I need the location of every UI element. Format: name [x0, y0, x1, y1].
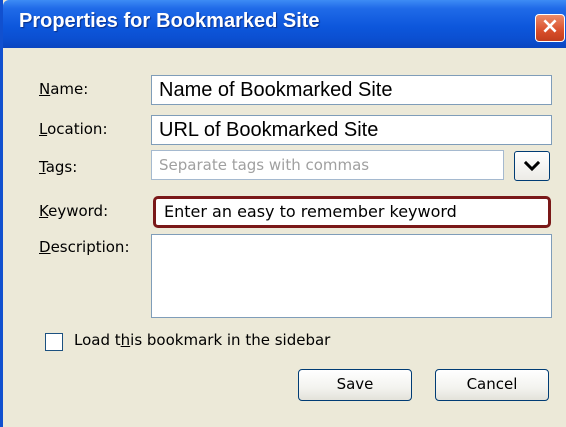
description-field[interactable] — [151, 234, 552, 318]
title-site-name: Bookmarked Site — [156, 10, 320, 32]
cancel-button[interactable]: Cancel — [435, 369, 549, 401]
description-label: Description: — [39, 238, 130, 256]
close-button[interactable]: × — [535, 14, 565, 42]
load-in-sidebar-checkbox[interactable] — [45, 333, 63, 351]
title-bar[interactable]: Properties for Bookmarked Site × — [3, 0, 566, 48]
location-label: Location: — [39, 120, 108, 138]
chevron-down-icon — [523, 160, 541, 172]
keyword-field[interactable]: Enter an easy to remember keyword — [153, 196, 551, 228]
location-field[interactable]: URL of Bookmarked Site — [151, 115, 552, 145]
tags-dropdown-button[interactable] — [514, 151, 550, 181]
window-title: Properties for Bookmarked Site — [19, 10, 320, 33]
tags-label: Tags: — [39, 158, 78, 176]
bookmark-properties-dialog: Properties for Bookmarked Site × Name: Na… — [0, 0, 566, 427]
name-label: Name: — [39, 80, 89, 98]
close-icon: × — [540, 14, 560, 39]
name-field[interactable]: Name of Bookmarked Site — [151, 75, 552, 105]
save-button[interactable]: Save — [298, 369, 412, 401]
keyword-label: Keyword: — [39, 202, 109, 220]
load-in-sidebar-label[interactable]: Load this bookmark in the sidebar — [74, 331, 330, 349]
tags-field[interactable]: Separate tags with commas — [151, 150, 504, 180]
title-prefix: Properties for — [19, 10, 151, 32]
